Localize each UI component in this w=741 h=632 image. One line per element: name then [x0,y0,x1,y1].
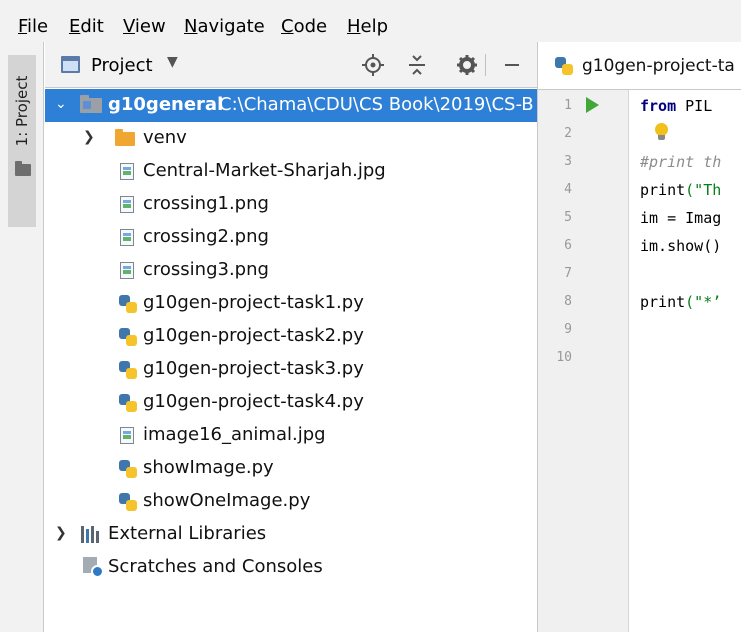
line-number: 1 [564,98,572,113]
menu-bar: File Edit View Navigate Code Help [0,0,741,42]
hide-icon[interactable] [500,53,524,77]
gear-icon[interactable] [455,53,479,77]
menu-navigate[interactable]: Navigate [184,16,265,38]
line-number: 4 [564,182,572,197]
project-tree: ⌄ g10general C:\Chama\CDU\CS Book\2019\C… [45,89,537,632]
python-file-icon [118,459,138,479]
python-file-icon [118,360,138,380]
dropdown-arrow-icon[interactable]: ▼ [167,54,178,70]
run-icon[interactable] [586,97,599,113]
tree-item-label: showOneImage.py [143,490,311,511]
tree-item-label: g10gen-project-task3.py [143,358,364,379]
tree-item-file[interactable]: g10gen-project-task1.py [45,287,537,320]
tree-item-file[interactable]: g10gen-project-task2.py [45,320,537,353]
tree-item-label: crossing3.png [143,259,269,280]
tree-item-label: g10gen-project-task2.py [143,325,364,346]
menu-code[interactable]: Code [281,16,327,38]
image-file-icon [120,427,134,444]
collapse-arrow-icon[interactable]: ❯ [83,129,95,145]
line-number: 5 [564,210,572,225]
tree-item-file[interactable]: crossing2.png [45,221,537,254]
image-file-icon [120,196,134,213]
tree-root-project[interactable]: ⌄ g10general C:\Chama\CDU\CS Book\2019\C… [45,89,537,122]
project-tool-window-label: 1: Project [13,75,31,147]
project-tool-window-button[interactable]: 1: Project [8,55,36,227]
python-file-icon [118,492,138,512]
line-number: 6 [564,238,572,253]
python-file-icon [118,327,138,347]
folder-icon [115,129,135,146]
line-number: 2 [564,126,572,141]
project-view-icon [61,56,80,73]
editor-tab-bar: g10gen-project-ta [537,42,741,90]
tree-item-label: crossing1.png [143,193,269,214]
project-view-selector[interactable]: Project [91,55,153,77]
python-file-icon [118,294,138,314]
tree-item-file[interactable]: crossing3.png [45,254,537,287]
image-file-icon [120,163,134,180]
collapse-arrow-icon[interactable]: ❯ [55,525,67,541]
tool-window-strip: 1: Project [0,42,44,632]
folder-icon [15,161,31,176]
line-number: 3 [564,154,572,169]
tree-item-scratches[interactable]: Scratches and Consoles [45,551,537,584]
line-number: 7 [564,266,572,281]
tree-item-file[interactable]: crossing1.png [45,188,537,221]
code-line-8: print("*’ [640,293,722,311]
tree-item-label: image16_animal.jpg [143,424,326,445]
menu-file[interactable]: File [18,16,48,38]
expand-arrow-icon[interactable]: ⌄ [55,96,67,112]
lightbulb-icon[interactable] [655,123,668,140]
tree-item-label: showImage.py [143,457,274,478]
code-line-4: print("Th [640,181,722,199]
tree-item-label: g10gen-project-task4.py [143,391,364,412]
module-folder-icon [80,95,102,113]
menu-edit[interactable]: Edit [69,16,104,38]
locate-icon[interactable] [361,53,385,77]
collapse-all-icon[interactable] [405,53,429,77]
python-file-icon [554,56,574,76]
tree-item-venv[interactable]: ❯ venv [45,122,537,155]
menu-view[interactable]: View [123,16,166,38]
tree-item-label: External Libraries [108,523,267,544]
line-number: 8 [564,294,572,309]
image-file-icon [120,229,134,246]
project-root-path: C:\Chama\CDU\CS Book\2019\CS-B [219,94,534,115]
editor-tab-label: g10gen-project-ta [582,56,735,76]
tree-item-file[interactable]: Central-Market-Sharjah.jpg [45,155,537,188]
line-number: 9 [564,322,572,337]
code-line-5: im = Imag [640,209,722,227]
project-root-name: g10general [108,94,224,115]
code-line-6: im.show() [640,237,722,255]
line-number: 10 [556,350,572,365]
tree-item-label: g10gen-project-task1.py [143,292,364,313]
library-icon [81,526,103,543]
tree-item-label: crossing2.png [143,226,269,247]
menu-help[interactable]: Help [347,16,388,38]
project-panel-header: Project ▼ [45,42,537,88]
tree-item-file[interactable]: g10gen-project-task3.py [45,353,537,386]
editor-gutter: 1 2 3 4 5 6 7 8 9 10 [537,90,629,632]
tree-item-file[interactable]: image16_animal.jpg [45,419,537,452]
editor-tab-active[interactable]: g10gen-project-ta [538,42,741,89]
scratches-icon [83,557,105,579]
tree-item-file[interactable]: showImage.py [45,452,537,485]
python-file-icon [118,393,138,413]
tree-item-external-libraries[interactable]: ❯ External Libraries [45,518,537,551]
code-line-1: from PIL [640,97,713,115]
tree-item-file[interactable]: showOneImage.py [45,485,537,518]
tree-item-label: venv [143,127,187,148]
tree-item-label: Central-Market-Sharjah.jpg [143,160,386,181]
code-editor[interactable]: from PIL #print th print("Th im = Imag i… [629,90,741,632]
tree-item-label: Scratches and Consoles [108,556,323,577]
tree-item-file[interactable]: g10gen-project-task4.py [45,386,537,419]
image-file-icon [120,262,134,279]
code-line-3: #print th [640,153,722,171]
header-separator [485,54,486,76]
